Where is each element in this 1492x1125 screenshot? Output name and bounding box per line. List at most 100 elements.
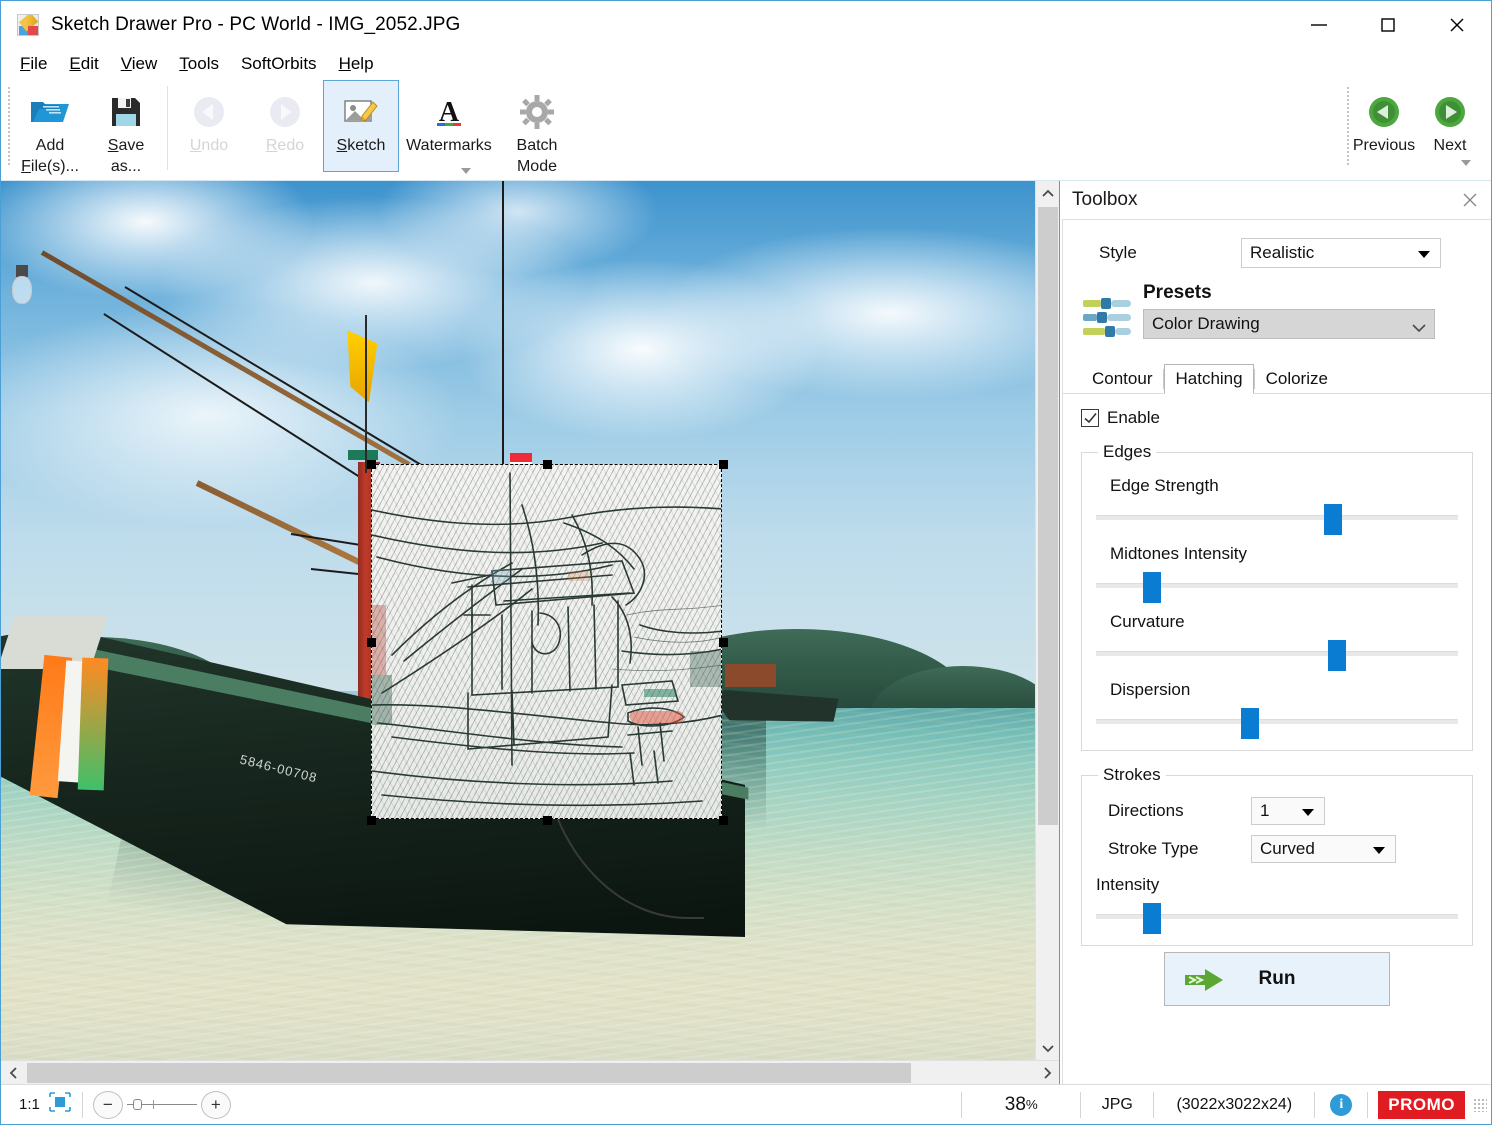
dispersion-slider[interactable] <box>1096 706 1458 736</box>
zoom-in-button[interactable]: + <box>201 1091 231 1119</box>
watermarks-button[interactable]: A Watermarks <box>399 80 499 172</box>
enable-checkbox-row[interactable]: Enable <box>1081 408 1473 428</box>
tab-colorize[interactable]: Colorize <box>1255 364 1339 394</box>
midtones-intensity-label: Midtones Intensity <box>1110 544 1458 564</box>
selection-handle-middle-left[interactable] <box>367 638 376 647</box>
presets-dropdown[interactable]: Color Drawing <box>1143 309 1435 339</box>
promo-badge[interactable]: PROMO <box>1378 1091 1465 1119</box>
selection-handle-bottom-center[interactable] <box>543 816 552 825</box>
run-button[interactable]: Run <box>1164 952 1390 1006</box>
main-area: 5846-00708 <box>1 181 1491 1084</box>
sketch-pencil-icon <box>342 91 380 133</box>
undo-button[interactable]: Undo <box>171 80 247 172</box>
selection-handle-bottom-right[interactable] <box>719 816 728 825</box>
directions-row: Directions 1 <box>1096 797 1458 825</box>
floppy-disk-icon <box>109 91 143 133</box>
effect-tabs: Contour Hatching Colorize <box>1081 363 1473 394</box>
slider-thumb[interactable] <box>1328 640 1346 671</box>
sketch-selection-region[interactable] <box>371 464 722 819</box>
style-value: Realistic <box>1250 243 1314 263</box>
menu-tools[interactable]: Tools <box>168 51 230 77</box>
sketch-button[interactable]: Sketch <box>323 80 399 172</box>
chevron-left-icon[interactable] <box>1 1061 25 1085</box>
style-label: Style <box>1081 243 1241 263</box>
curvature-slider[interactable] <box>1096 638 1458 668</box>
mast-collar <box>348 450 378 460</box>
flag-pole <box>365 315 367 473</box>
selection-handle-top-center[interactable] <box>543 460 552 469</box>
canvas-vertical-scrollbar[interactable] <box>1035 181 1059 1060</box>
maximize-button[interactable] <box>1353 1 1422 48</box>
title-bar: Sketch Drawer Pro - PC World - IMG_2052.… <box>1 1 1491 48</box>
previous-label: Previous <box>1353 135 1415 156</box>
enable-checkbox[interactable] <box>1081 409 1099 427</box>
next-button[interactable]: Next <box>1417 80 1483 178</box>
directions-dropdown[interactable]: 1 <box>1251 797 1325 825</box>
curvature-label: Curvature <box>1110 612 1458 632</box>
redo-button[interactable]: Redo <box>247 80 323 172</box>
resize-grip[interactable] <box>1473 1098 1487 1112</box>
previous-arrow-icon <box>1367 91 1401 133</box>
toolbox-close-button[interactable] <box>1459 189 1481 211</box>
save-as-button[interactable]: Saveas... <box>88 80 164 178</box>
slider-thumb[interactable] <box>1324 504 1342 535</box>
slider-thumb[interactable] <box>1143 903 1161 934</box>
chevron-down-icon[interactable] <box>1036 1036 1060 1060</box>
intensity-slider[interactable] <box>1096 901 1458 931</box>
selection-handle-bottom-left[interactable] <box>367 816 376 825</box>
chevron-right-icon[interactable] <box>1035 1061 1059 1085</box>
previous-button[interactable]: Previous <box>1351 80 1417 178</box>
horizontal-scroll-thumb[interactable] <box>27 1063 911 1083</box>
close-icon <box>1446 14 1468 36</box>
ribbon-toolbar: Add File(s)... Saveas... Undo <box>1 80 1491 181</box>
vertical-scroll-thumb[interactable] <box>1038 207 1058 825</box>
ribbon-expand-icon[interactable] <box>459 164 473 176</box>
stroke-type-dropdown[interactable]: Curved <box>1251 835 1396 863</box>
ribbon-divider-1 <box>167 86 168 170</box>
style-dropdown[interactable]: Realistic <box>1241 238 1441 268</box>
add-files-label-2: File(s)... <box>21 158 79 175</box>
zoom-control: − + <box>83 1091 231 1119</box>
close-icon <box>1461 191 1479 209</box>
close-button[interactable] <box>1422 1 1491 48</box>
canvas-horizontal-scrollbar[interactable] <box>1 1060 1059 1084</box>
menu-edit[interactable]: Edit <box>58 51 109 77</box>
menu-help[interactable]: Help <box>328 51 385 77</box>
presets-value: Color Drawing <box>1152 314 1260 334</box>
add-files-label-1: Add <box>36 137 64 154</box>
redo-arrow-icon <box>266 91 304 133</box>
run-arrow-icon <box>1183 967 1227 998</box>
maximize-icon <box>1378 15 1398 35</box>
photo-viewport[interactable]: 5846-00708 <box>1 181 1035 1060</box>
presets-row: Presets Color Drawing <box>1081 282 1473 347</box>
toolbox-header: Toolbox <box>1060 181 1491 219</box>
zoom-slider-knob[interactable] <box>133 1099 142 1110</box>
batch-mode-button[interactable]: BatchMode <box>499 80 575 178</box>
midtones-intensity-slider[interactable] <box>1096 570 1458 600</box>
slider-thumb[interactable] <box>1143 572 1161 603</box>
add-files-button[interactable]: Add File(s)... <box>12 80 88 178</box>
chevron-up-icon[interactable] <box>1036 181 1060 205</box>
watermarks-label: Watermarks <box>406 135 492 156</box>
edge-strength-label: Edge Strength <box>1110 476 1458 496</box>
fit-to-window-icon[interactable] <box>48 1091 72 1118</box>
zoom-slider-track[interactable] <box>127 1104 197 1105</box>
zoom-ratio-label: 1:1 <box>7 1096 40 1113</box>
selection-handle-top-right[interactable] <box>719 460 728 469</box>
selection-handle-top-left[interactable] <box>367 460 376 469</box>
tab-hatching[interactable]: Hatching <box>1164 364 1253 394</box>
minimize-button[interactable] <box>1284 1 1353 48</box>
undo-arrow-icon <box>190 91 228 133</box>
tab-contour[interactable]: Contour <box>1081 364 1163 394</box>
undo-label: Undo <box>190 135 228 156</box>
selection-handle-middle-right[interactable] <box>719 638 728 647</box>
menu-view[interactable]: View <box>110 51 169 77</box>
sketch-label: Sketch <box>337 135 386 156</box>
zoom-out-button[interactable]: − <box>93 1091 123 1119</box>
menu-file[interactable]: File <box>9 51 58 77</box>
info-icon[interactable]: i <box>1330 1094 1352 1116</box>
nav-expand-icon[interactable] <box>1459 156 1473 174</box>
edge-strength-slider[interactable] <box>1096 502 1458 532</box>
menu-softorbits[interactable]: SoftOrbits <box>230 51 328 77</box>
slider-thumb[interactable] <box>1241 708 1259 739</box>
